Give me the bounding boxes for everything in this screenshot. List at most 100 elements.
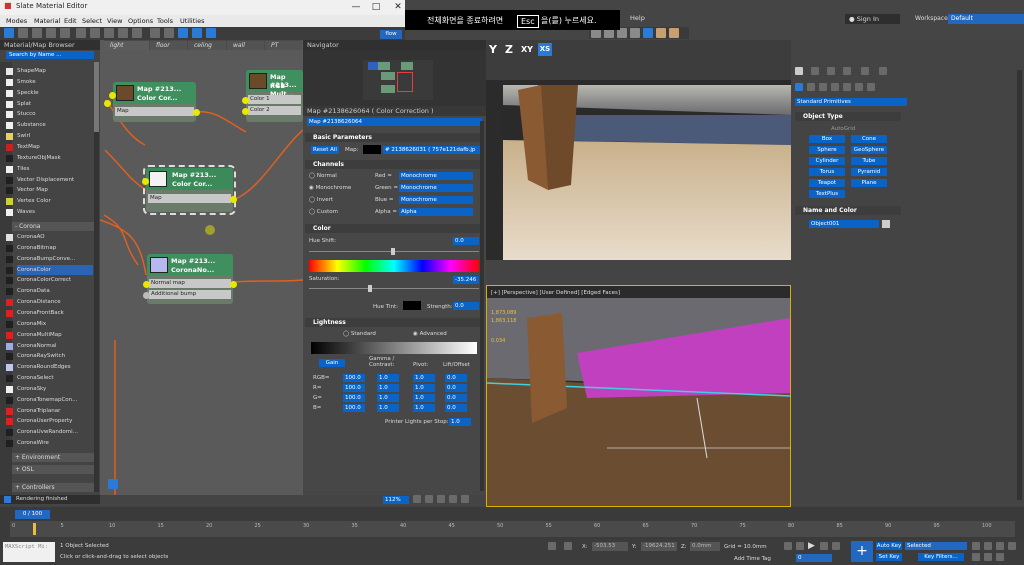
group-osl[interactable]: + OSL <box>12 465 94 474</box>
node-corona-normal[interactable]: Map #213... CoronaNo... Normal map Addit… <box>143 254 237 304</box>
menu-options[interactable]: Options <box>128 17 153 25</box>
channel-dropdown[interactable]: Monochrome <box>399 196 473 204</box>
map-color-swatch[interactable] <box>363 145 381 154</box>
corona-map-list-item[interactable]: CoronaData <box>6 286 93 296</box>
navigator-icon[interactable] <box>206 28 216 38</box>
material-map-browser-icon[interactable] <box>178 28 188 38</box>
node-input-port[interactable] <box>143 281 150 288</box>
maximize-button[interactable]: □ <box>368 0 384 15</box>
render-icon[interactable] <box>630 28 640 38</box>
hue-spectrum-bar[interactable] <box>309 260 479 272</box>
basic-parameters-rollout[interactable]: Basic Parameters <box>305 133 484 142</box>
lightness-value-field[interactable]: 100.0 <box>343 374 365 382</box>
saturation-field[interactable]: -35.246 <box>453 276 479 284</box>
primitive-teapot-button[interactable]: Teapot <box>809 179 845 187</box>
view-icon[interactable] <box>108 479 118 489</box>
primitive-geosphere-button[interactable]: GeoSphere <box>851 146 887 154</box>
move-children-icon[interactable] <box>76 28 86 38</box>
name-and-color-rollout[interactable]: Name and Color <box>795 206 901 215</box>
workspace-dropdown[interactable]: Default <box>948 14 1024 24</box>
map-list-item[interactable]: Waves <box>6 207 93 217</box>
z-coord-field[interactable]: 0.0mm <box>690 542 720 551</box>
zoom-extents-all-icon[interactable] <box>996 542 1004 550</box>
node-rgb-multiply[interactable]: Map #213... RGB Mult... Color 1 Color 2 <box>242 70 303 122</box>
helpers-icon[interactable] <box>843 83 851 91</box>
sign-in-button[interactable]: ● Sign In <box>845 14 900 24</box>
delete-icon[interactable] <box>60 28 70 38</box>
add-time-tag[interactable]: Add Time Tag <box>734 556 771 562</box>
corona-map-list-item[interactable]: CoronaMix <box>6 319 93 329</box>
layout-icon[interactable] <box>150 28 160 38</box>
menu-view[interactable]: View <box>107 17 122 25</box>
node-output-port[interactable] <box>230 196 237 203</box>
display-tab-icon[interactable] <box>861 67 869 75</box>
modify-tab-icon[interactable] <box>811 67 819 75</box>
channel-mode-radio[interactable]: ◯ Normal <box>309 173 337 179</box>
corona-map-list-item[interactable]: CoronaUserProperty <box>6 416 93 426</box>
node-header[interactable]: Map #213... Color Cor... <box>146 168 233 190</box>
channel-mode-radio[interactable]: ◯ Invert <box>309 197 333 203</box>
node-header[interactable]: Map #213... Color Cor... <box>113 82 196 104</box>
pan-view-icon[interactable] <box>972 553 980 561</box>
corona-map-list-item[interactable]: CoronaBumpConve... <box>6 254 93 264</box>
node-slot-color1[interactable]: Color 1 <box>248 95 301 104</box>
primitive-pyramid-button[interactable]: Pyramid <box>851 168 887 176</box>
lightness-value-field[interactable]: 0.0 <box>445 404 467 412</box>
selection-lock-icon[interactable] <box>548 542 556 550</box>
add-key-icon[interactable]: + <box>851 541 873 562</box>
group-environment[interactable]: + Environment <box>12 453 94 462</box>
utilities-tab-icon[interactable] <box>879 67 887 75</box>
corona-map-list-item[interactable]: CoronaWire <box>6 438 93 448</box>
corona-map-list-item[interactable]: CoronaRoundEdges <box>6 362 93 372</box>
corona-map-list-item[interactable]: CoronaAO <box>6 232 93 242</box>
channel-dropdown[interactable]: Monochrome <box>399 172 473 180</box>
prev-frame-icon[interactable] <box>796 542 804 550</box>
node-input-port[interactable] <box>242 97 249 104</box>
gain-dropdown[interactable]: Gain <box>319 359 345 367</box>
select-tool-icon[interactable] <box>4 28 14 38</box>
map-list-item[interactable]: Splat <box>6 99 93 109</box>
menu-select[interactable]: Select <box>82 17 102 25</box>
corona-map-list-item[interactable]: CoronaMultiMap <box>6 330 93 340</box>
set-key-button[interactable]: Set Key <box>876 553 902 561</box>
map-list-item[interactable]: TextMap <box>6 142 93 152</box>
node-slot-map[interactable]: Map <box>148 194 231 203</box>
channel-mode-radio[interactable]: ◉ Monochrome <box>309 185 351 191</box>
field-of-view-icon[interactable] <box>1008 542 1016 550</box>
zoom-all-icon[interactable] <box>984 542 992 550</box>
saturation-slider-track[interactable] <box>309 288 479 289</box>
node-color-correction-1[interactable]: Map #213... Color Cor... Map <box>109 82 200 122</box>
hide-icon[interactable] <box>90 28 100 38</box>
put-material-icon[interactable] <box>32 28 42 38</box>
maximize-viewport-icon[interactable] <box>996 553 1004 561</box>
map-list-item[interactable]: Stucco <box>6 109 93 119</box>
node-slot-map[interactable]: Map <box>115 107 194 116</box>
lightness-value-field[interactable]: 100.0 <box>343 404 365 412</box>
object-type-rollout[interactable]: Object Type <box>795 112 901 121</box>
map-name-field[interactable]: Map #2138626064 <box>307 118 482 126</box>
node-slot-normal-map[interactable]: Normal map <box>149 279 231 288</box>
lightness-value-field[interactable]: 1.0 <box>413 394 435 402</box>
transform-mode-icon[interactable] <box>564 542 572 550</box>
map-list-item[interactable]: Swirl <box>6 131 93 141</box>
corona-map-list-item[interactable]: CoronaTonemapCon... <box>6 395 93 405</box>
corona-map-list-item[interactable]: CoronaColor <box>6 264 93 275</box>
channel-dropdown[interactable]: Monochrome <box>399 184 473 192</box>
pick-material-icon[interactable] <box>18 28 28 38</box>
key-set-dropdown[interactable]: Selected <box>905 542 967 550</box>
node-input-port[interactable] <box>109 92 116 99</box>
auto-key-button[interactable]: Auto Key <box>876 542 902 550</box>
primitive-cone-button[interactable]: Cone <box>851 135 887 143</box>
node-input-port[interactable] <box>143 292 150 299</box>
map-list-item[interactable]: Vector Displacement <box>6 175 93 185</box>
node-output-port[interactable] <box>193 109 200 116</box>
corona-map-list-item[interactable]: CoronaRaySwitch <box>6 351 93 361</box>
zoom-selected-icon[interactable] <box>461 495 469 503</box>
lightness-value-field[interactable]: 1.0 <box>377 384 399 392</box>
corona-map-list-item[interactable]: CoronaSky <box>6 384 93 394</box>
viewport-label[interactable]: [+] [Perspective] [User Defined] [Edged … <box>491 290 620 296</box>
lightness-value-field[interactable]: 1.0 <box>377 394 399 402</box>
pan-icon[interactable] <box>413 495 421 503</box>
map-list-item[interactable]: Speckle <box>6 88 93 98</box>
primitive-sphere-button[interactable]: Sphere <box>809 146 845 154</box>
